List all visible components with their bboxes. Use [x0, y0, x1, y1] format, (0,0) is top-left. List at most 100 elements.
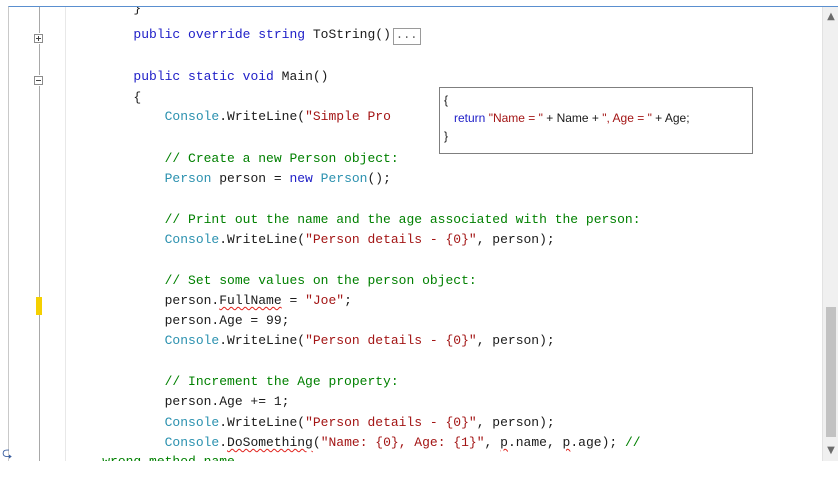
code-token: public static void [133, 69, 274, 84]
code-token: // Set some values on the person object: [164, 273, 477, 288]
code-token: , [484, 435, 501, 450]
tooltip-token: + Age; [651, 111, 690, 125]
tooltip-token: ", Age = " [602, 111, 652, 125]
scroll-up-icon[interactable]: ▲ [823, 9, 838, 25]
code-token: Console [164, 435, 220, 450]
code-token: Main() [273, 69, 329, 84]
tooltip-line: return "Name = " + Name + ", Age = " + A… [444, 109, 748, 127]
code-token: Console [164, 415, 220, 430]
code-line[interactable]: Console.DoSomething("Name: {0}, Age: {1}… [71, 433, 641, 452]
code-token: . [219, 435, 228, 450]
code-token: .WriteLine( [219, 109, 306, 124]
code-line[interactable]: // Increment the Age property: [71, 372, 399, 391]
code-token: // Increment the Age property: [164, 374, 399, 389]
scroll-down-icon[interactable]: ▼ [823, 443, 838, 459]
code-token: .WriteLine( [219, 415, 306, 430]
code-token: Person [320, 171, 368, 186]
code-line[interactable]: Console.WriteLine("Person details - {0}"… [71, 331, 555, 350]
code-line[interactable]: // Create a new Person object: [71, 149, 399, 168]
code-line[interactable]: Person person = new Person(); [71, 169, 391, 188]
code-token: FullName [219, 293, 282, 308]
code-token: , person); [476, 232, 555, 247]
code-token: Console [164, 232, 220, 247]
code-token: ; [344, 293, 352, 308]
code-token: { [71, 90, 142, 105]
code-token: // Create a new Person object: [164, 151, 399, 166]
code-token: Person [164, 171, 212, 186]
collapsed-code-tooltip: { return "Name = " + Name + ", Age = " +… [439, 87, 753, 154]
tooltip-token: return [444, 111, 489, 125]
tooltip-line: } [444, 127, 748, 145]
vertical-scrollbar[interactable]: ▲ ▼ [822, 7, 838, 461]
code-line[interactable]: public static void Main() [71, 67, 328, 86]
scroll-thumb[interactable] [826, 307, 836, 437]
code-token: // Print out the name and the age associ… [164, 212, 641, 227]
tooltip-token: + Name + [542, 111, 603, 125]
code-token: (); [367, 171, 391, 186]
tooltip-token: { [444, 93, 449, 107]
code-line[interactable]: // Print out the name and the age associ… [71, 210, 641, 229]
code-token: ToString() [305, 27, 391, 42]
code-token: , person); [476, 415, 555, 430]
code-token: .WriteLine( [219, 232, 306, 247]
code-line[interactable]: person.FullName = "Joe"; [71, 291, 352, 310]
code-token: = [281, 293, 306, 308]
code-token: "Person details - {0}" [305, 232, 477, 247]
code-token: "Joe" [305, 293, 345, 308]
code-token: Console [164, 109, 220, 124]
tooltip-line: { [444, 91, 748, 109]
code-token: wrong method [102, 454, 203, 461]
code-token: "Simple Pro [305, 109, 391, 124]
code-token: public override string [133, 27, 306, 42]
code-token: person.Age = 99; [71, 313, 290, 328]
code-token: .age); [570, 435, 625, 450]
code-line[interactable]: Console.WriteLine("Simple Pro [71, 107, 391, 126]
code-line[interactable]: wrong method name [71, 452, 235, 461]
code-token: name [204, 454, 235, 461]
code-line[interactable]: person.Age = 99; [71, 311, 290, 330]
code-token: p [500, 435, 508, 450]
code-line[interactable]: Console.WriteLine("Person details - {0}"… [71, 413, 555, 432]
code-token: , person); [476, 333, 555, 348]
code-token: person. [71, 293, 220, 308]
code-line[interactable]: } [71, 6, 142, 18]
code-token: new [289, 171, 313, 186]
code-line[interactable]: public override string ToString()... [71, 25, 421, 45]
bottom-strip [0, 461, 838, 481]
code-token: person.Age += 1; [71, 394, 290, 409]
tooltip-token: } [444, 129, 449, 143]
code-token: DoSomething [227, 435, 313, 450]
code-token: "Person details - {0}" [305, 415, 477, 430]
code-token: ( [312, 435, 321, 450]
code-token: .WriteLine( [219, 333, 306, 348]
code-token: "Person details - {0}" [305, 333, 477, 348]
code-line[interactable]: Console.WriteLine("Person details - {0}"… [71, 230, 555, 249]
code-editor[interactable]: } public override string ToString()... p… [8, 6, 838, 461]
code-line[interactable]: person.Age += 1; [71, 392, 290, 411]
code-token: .name, [507, 435, 563, 450]
code-token: Console [164, 333, 220, 348]
code-token: } [71, 6, 142, 16]
tooltip-token: "Name = " [488, 111, 543, 125]
collapsed-region-button[interactable]: ... [392, 28, 421, 45]
code-token: // [624, 435, 641, 450]
code-token: "Name: {0}, Age: {1}" [320, 435, 485, 450]
code-line[interactable]: { [71, 88, 141, 107]
code-token: person = [211, 171, 290, 186]
code-area[interactable]: } public override string ToString()... p… [9, 7, 821, 461]
code-line[interactable]: // Set some values on the person object: [71, 271, 477, 290]
